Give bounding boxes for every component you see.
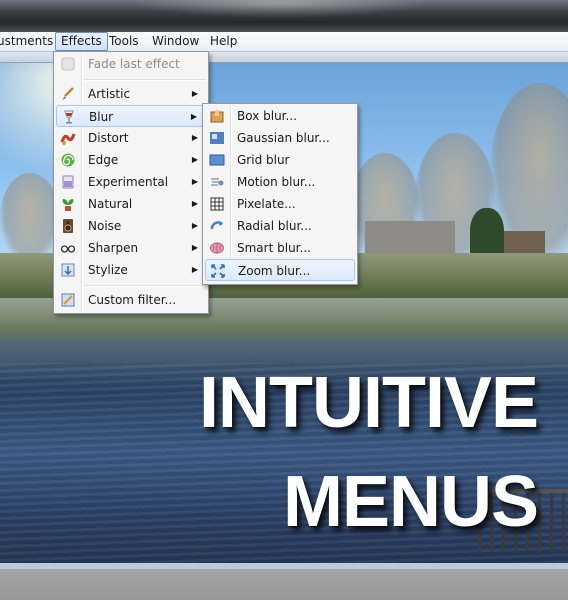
glass-icon [61, 109, 77, 125]
motion-blur-icon [209, 174, 225, 190]
menu-item-label: Pixelate... [237, 197, 296, 211]
menu-help[interactable]: Help [205, 32, 242, 51]
custom-filter-icon [60, 292, 76, 308]
menu-item-label: Smart blur... [237, 241, 311, 255]
speaker-icon [60, 218, 76, 234]
menu-separator [84, 79, 206, 81]
menu-bar: ustments Effects Tools Window Help [0, 32, 568, 52]
headline-line-2: MENUS [282, 462, 539, 542]
submenu-arrow-icon: ▶ [191, 221, 198, 230]
menu-item-label: Noise [88, 219, 122, 233]
fade-icon [60, 56, 76, 72]
menu-item-label: Motion blur... [237, 175, 316, 189]
menu-item-zoom-blur[interactable]: Zoom blur... [205, 259, 355, 281]
beaker-icon [60, 174, 76, 190]
pine-tree [470, 208, 504, 258]
menu-item-distort[interactable]: Distort ▶ [56, 127, 206, 149]
menu-item-noise[interactable]: Noise ▶ [56, 215, 206, 237]
tree [0, 173, 60, 263]
headline-line-1: INTUITIVE [198, 363, 539, 443]
menu-item-label: Natural [88, 197, 133, 211]
menu-item-grid-blur[interactable]: Grid blur [205, 149, 355, 171]
menu-item-experimental[interactable]: Experimental ▶ [56, 171, 206, 193]
menu-item-pixelate[interactable]: Pixelate... [205, 193, 355, 215]
menu-item-label: Experimental [88, 175, 169, 189]
house [365, 221, 455, 253]
menu-effects[interactable]: Effects [55, 32, 108, 51]
menu-separator [84, 285, 206, 287]
menu-item-label: Gaussian blur... [237, 131, 330, 145]
menu-item-label: Blur [89, 110, 114, 124]
menu-item-sharpen[interactable]: Sharpen ▶ [56, 237, 206, 259]
menu-item-natural[interactable]: Natural ▶ [56, 193, 206, 215]
menu-item-label: Grid blur [237, 153, 290, 167]
brain-icon [209, 240, 225, 256]
submenu-arrow-icon: ▶ [191, 199, 198, 208]
menu-item-label: Box blur... [237, 109, 297, 123]
menu-item-label: Sharpen [88, 241, 139, 255]
menu-item-box-blur[interactable]: Box blur... [205, 105, 355, 127]
menu-item-label: Fade last effect [88, 57, 180, 71]
menu-item-gaussian-blur[interactable]: Gaussian blur... [205, 127, 355, 149]
radial-blur-icon [209, 218, 225, 234]
submenu-arrow-icon: ▶ [190, 112, 197, 121]
menu-item-label: Stylize [88, 263, 128, 277]
pixelate-icon [209, 196, 225, 212]
menu-item-motion-blur[interactable]: Motion blur... [205, 171, 355, 193]
submenu-arrow-icon: ▶ [191, 177, 198, 186]
submenu-arrow-icon: ▶ [191, 89, 198, 98]
menu-item-radial-blur[interactable]: Radial blur... [205, 215, 355, 237]
menu-item-label: Custom filter... [88, 293, 177, 307]
menu-item-fade-last-effect: Fade last effect [56, 53, 206, 75]
menu-adjustments[interactable]: ustments [0, 32, 58, 51]
menu-item-stylize[interactable]: Stylize ▶ [56, 259, 206, 281]
blur-submenu: Box blur... Gaussian blur... Grid blur M… [202, 103, 358, 285]
gaussian-blur-icon [209, 130, 225, 146]
menu-item-smart-blur[interactable]: Smart blur... [205, 237, 355, 259]
paintbrush-icon [60, 86, 76, 102]
distort-icon [60, 130, 76, 146]
menu-item-custom-filter[interactable]: Custom filter... [56, 289, 206, 311]
menu-item-label: Zoom blur... [238, 264, 311, 278]
submenu-arrow-icon: ▶ [191, 243, 198, 252]
window-title-bar [0, 0, 568, 32]
menu-item-label: Radial blur... [237, 219, 312, 233]
menu-window[interactable]: Window [147, 32, 204, 51]
menu-item-artistic[interactable]: Artistic ▶ [56, 83, 206, 105]
submenu-arrow-icon: ▶ [191, 265, 198, 274]
menu-item-label: Distort [88, 131, 129, 145]
menu-item-label: Edge [88, 153, 119, 167]
grid-blur-icon [209, 152, 225, 168]
menu-item-label: Artistic [88, 87, 131, 101]
plant-icon [60, 196, 76, 212]
stylize-icon [60, 262, 76, 278]
box-blur-icon [209, 108, 225, 124]
glasses-icon [60, 240, 76, 256]
submenu-arrow-icon: ▶ [191, 133, 198, 142]
title-bar-glare [130, 0, 430, 18]
submenu-arrow-icon: ▶ [191, 155, 198, 164]
menu-tools[interactable]: Tools [104, 32, 144, 51]
spiral-icon [60, 152, 76, 168]
menu-item-edge[interactable]: Edge ▶ [56, 149, 206, 171]
zoom-blur-icon [210, 263, 226, 279]
status-bar [0, 563, 568, 600]
menu-item-blur[interactable]: Blur ▶ [56, 105, 206, 127]
effects-menu: Fade last effect Artistic ▶ Blur ▶ Disto… [53, 51, 209, 314]
